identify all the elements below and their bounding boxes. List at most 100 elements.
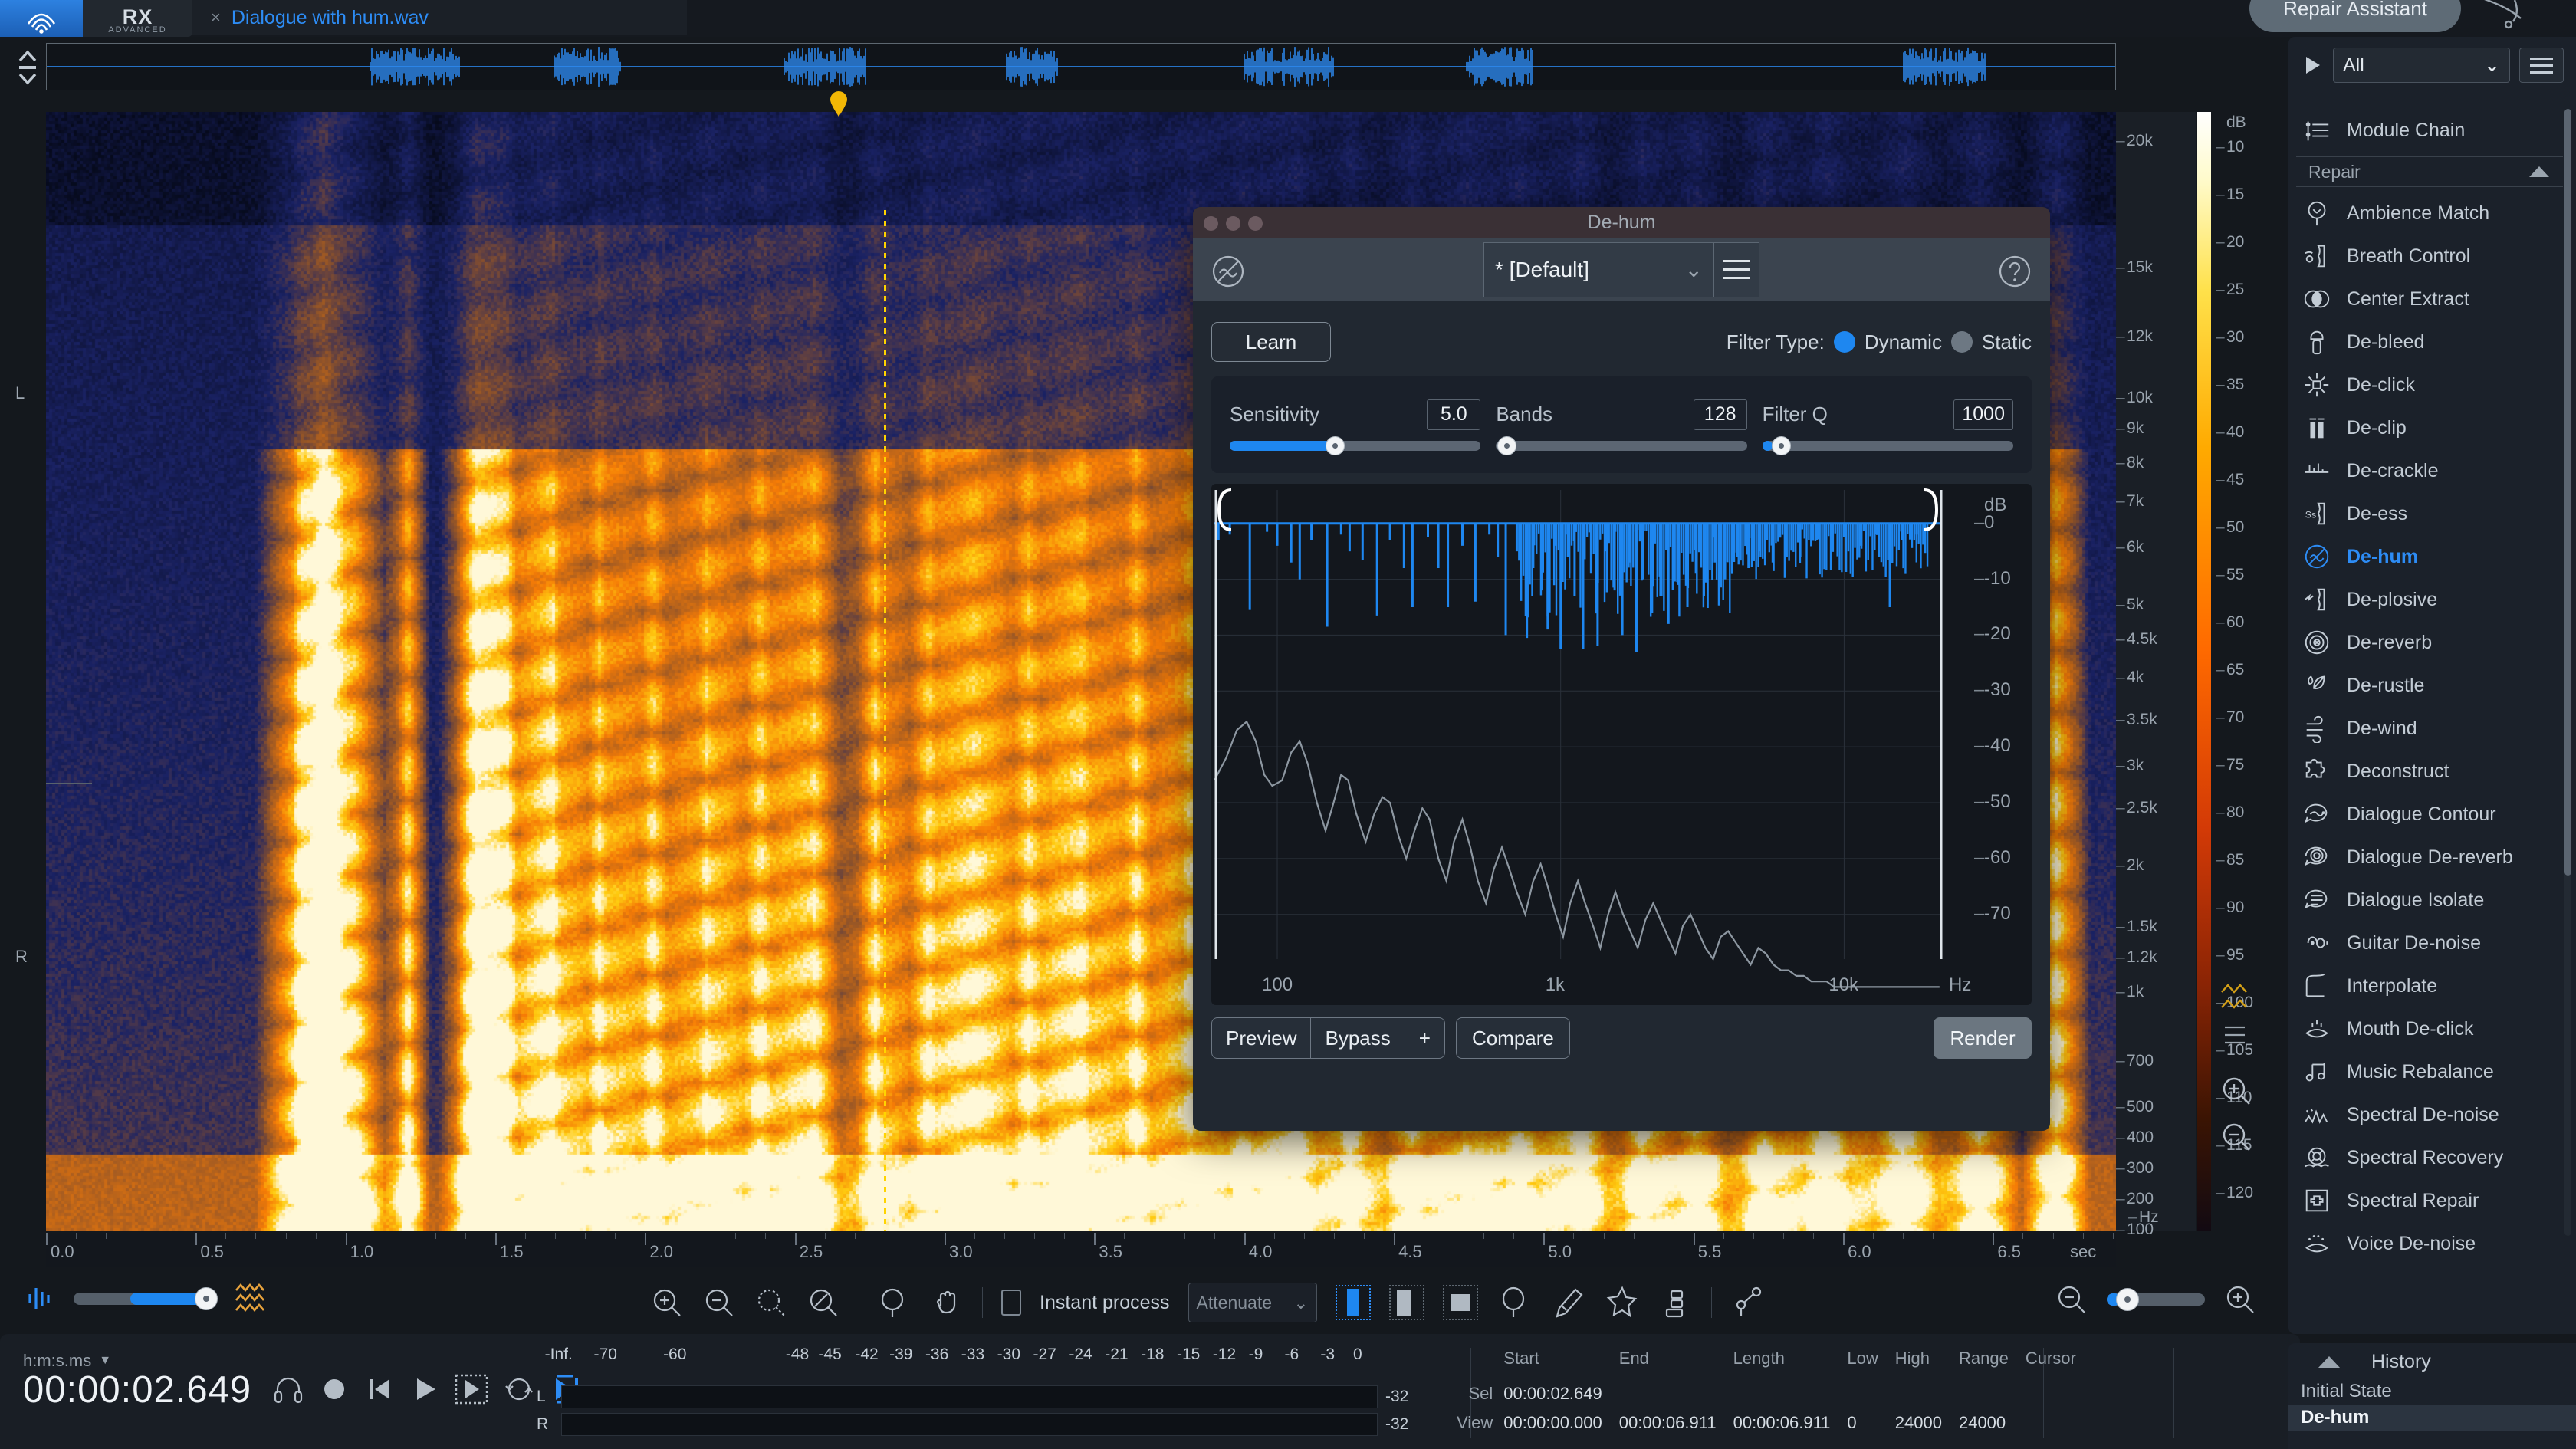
rectangle-selection-tool[interactable] <box>1442 1285 1478 1320</box>
spectrogram-zoom-controls[interactable] <box>2216 981 2277 1234</box>
filter-response-graph[interactable]: dB0-10-20-30-40-50-60-70 1001k10kHz <box>1211 484 2032 1005</box>
instant-process-checkbox[interactable] <box>1001 1290 1021 1316</box>
sidebar-item-interpolate[interactable]: Interpolate <box>2288 964 2571 1007</box>
loop-icon[interactable] <box>503 1373 535 1405</box>
sidebar-item-spectral-de-noise[interactable]: Spectral De-noise <box>2288 1093 2571 1136</box>
history-item-dehum[interactable]: De-hum <box>2288 1405 2576 1431</box>
window-buttons[interactable] <box>1204 216 1263 231</box>
brush-selection-tool[interactable] <box>1550 1285 1585 1320</box>
sidebar-item-wow-flutter[interactable]: Wow & Flutter <box>2288 1265 2571 1274</box>
sidebar-scrollbar[interactable] <box>2564 109 2571 1236</box>
lasso-selection-tool[interactable] <box>1497 1285 1532 1320</box>
overview-vertical-zoom[interactable] <box>11 44 44 90</box>
sidebar-item-breath-control[interactable]: Breath Control <box>2288 235 2571 278</box>
zoom-out-icon[interactable] <box>702 1286 736 1319</box>
magic-wand-tool[interactable] <box>1604 1285 1639 1320</box>
spectrogram-icon[interactable] <box>232 1281 268 1316</box>
record-icon[interactable] <box>319 1374 350 1405</box>
sidebar-item-de-crackle[interactable]: De-crackle <box>2288 449 2571 492</box>
sidebar-item-dialogue-isolate[interactable]: Dialogue Isolate <box>2288 879 2571 922</box>
headphones-icon[interactable] <box>272 1373 304 1405</box>
learn-button[interactable]: Learn <box>1211 322 1331 362</box>
time-ruler[interactable]: 0.0 0.5 1.0 1.5 2.0 2.5 3.0 3.5 4.0 4.5 5.0 5.5 6.0 6… <box>46 1233 2116 1267</box>
horizontal-zoom-out-icon[interactable] <box>2055 1283 2088 1316</box>
dialog-titlebar[interactable]: De-hum <box>1193 207 2050 238</box>
sidebar-item-dialogue-contour[interactable]: Dialogue Contour <box>2288 793 2571 836</box>
zoom-in-icon[interactable] <box>650 1286 684 1319</box>
sidebar-item-de-bleed[interactable]: De-bleed <box>2288 320 2571 363</box>
magnifier-icon[interactable] <box>878 1286 912 1319</box>
sidebar-item-spectral-recovery[interactable]: Spectral Recovery <box>2288 1136 2571 1179</box>
preset-select[interactable]: * [Default] ⌄ <box>1484 242 1714 297</box>
horizontal-zoom-slider[interactable] <box>2107 1288 2205 1311</box>
sidebar-item-deconstruct[interactable]: Deconstruct <box>2288 750 2571 793</box>
filter-type-dynamic-label[interactable]: Dynamic <box>1865 330 1942 354</box>
sidebar-item-de-rustle[interactable]: De-rustle <box>2288 664 2571 707</box>
blend-slider-knob[interactable] <box>195 1287 218 1310</box>
sidebar-item-de-click[interactable]: De-click <box>2288 363 2571 406</box>
bands-value[interactable]: 128 <box>1693 399 1747 430</box>
overview-waveform[interactable] <box>46 43 2116 90</box>
zoom-reset-icon[interactable] <box>807 1286 840 1319</box>
sidebar-item-module-chain[interactable]: Module Chain <box>2288 109 2571 152</box>
compare-button[interactable]: Compare <box>1455 1017 1570 1059</box>
pen-tool-icon[interactable] <box>1730 1285 1766 1320</box>
sidebar-item-spectral-repair[interactable]: Spectral Repair <box>2288 1179 2571 1222</box>
sidebar-item-voice-de-noise[interactable]: Voice De-noise <box>2288 1222 2571 1265</box>
playhead-marker-icon[interactable] <box>829 90 849 117</box>
play-selection-icon[interactable] <box>455 1372 488 1406</box>
sidebar-item-dialogue-de-reverb[interactable]: Dialogue De-reverb <box>2288 836 2571 879</box>
bypass-button[interactable]: Bypass <box>1311 1017 1405 1059</box>
filter-type-dynamic-radio[interactable] <box>1833 331 1855 353</box>
sidebar-item-de-plosive[interactable]: De-plosive <box>2288 578 2571 621</box>
history-item-initial[interactable]: Initial State <box>2288 1378 2576 1405</box>
sidebar-item-mouth-de-click[interactable]: Mouth De-click <box>2288 1007 2571 1050</box>
sidebar-item-de-wind[interactable]: De-wind <box>2288 707 2571 750</box>
transport-controls[interactable] <box>272 1372 582 1406</box>
zoom-to-selection-icon[interactable] <box>754 1286 788 1319</box>
bands-knob[interactable] <box>1497 435 1517 455</box>
blend-slider[interactable] <box>74 1287 218 1310</box>
render-button[interactable]: Render <box>1934 1017 2032 1059</box>
sensitivity-knob[interactable] <box>1326 435 1346 455</box>
time-selection-tool[interactable] <box>1335 1285 1371 1320</box>
play-module-icon[interactable] <box>2301 54 2324 77</box>
frequency-selection-tool[interactable] <box>1388 1285 1424 1320</box>
module-filter-select[interactable]: All ⌄ <box>2333 48 2510 83</box>
preset-control[interactable]: * [Default] ⌄ <box>1484 242 1760 297</box>
sidebar-item-de-reverb[interactable]: De-reverb <box>2288 621 2571 664</box>
sidebar-item-music-rebalance[interactable]: Music Rebalance <box>2288 1050 2571 1093</box>
waveform-spectrogram-blend[interactable] <box>23 1281 268 1316</box>
filter-q-knob[interactable] <box>1771 435 1791 455</box>
timecode-display[interactable]: 00:00:02.649 <box>23 1368 251 1411</box>
module-list[interactable]: Module Chain Repair Ambience Match Breath C… <box>2288 109 2571 1274</box>
repair-assistant-button[interactable]: Repair Assistant <box>2249 0 2461 32</box>
sidebar-group-repair[interactable]: Repair <box>2296 156 2563 187</box>
sensitivity-value[interactable]: 5.0 <box>1427 399 1481 430</box>
help-icon[interactable] <box>1996 253 2033 290</box>
waveform-icon[interactable] <box>23 1282 58 1316</box>
sidebar-item-guitar-de-noise[interactable]: Guitar De-noise <box>2288 922 2571 964</box>
sidebar-item-center-extract[interactable]: Center Extract <box>2288 278 2571 320</box>
sidebar-item-de-ess[interactable]: Ss De-ess <box>2288 492 2571 535</box>
filter-q-value[interactable]: 1000 <box>1953 399 2013 430</box>
sidebar-item-de-hum[interactable]: De-hum <box>2288 535 2571 578</box>
frequency-ruler[interactable]: 20k 15k 12k 10k 9k 8k 7k 6k 5k 4.5k 4k 3.5k 3k 2.5k 2k… <box>2116 112 2196 1239</box>
document-tab[interactable]: × Dialogue with hum.wav <box>192 0 687 35</box>
band-selection-tool[interactable] <box>1658 1285 1693 1320</box>
collapse-triangle-icon[interactable] <box>2318 1355 2341 1368</box>
process-mode-select[interactable]: Attenuate ⌄ <box>1188 1283 1317 1322</box>
add-preview-button[interactable]: + <box>1405 1017 1445 1059</box>
preview-button[interactable]: Preview <box>1211 1017 1312 1059</box>
history-header[interactable]: History <box>2299 1343 2565 1378</box>
play-icon[interactable] <box>409 1374 440 1405</box>
filter-type-static-label[interactable]: Static <box>1982 330 2032 354</box>
filter-q-slider[interactable] <box>1762 435 2013 455</box>
sidebar-item-ambience-match[interactable]: Ambience Match <box>2288 192 2571 235</box>
horizontal-zoom-in-icon[interactable] <box>2223 1283 2257 1316</box>
close-icon[interactable]: × <box>211 9 221 26</box>
hand-icon[interactable] <box>930 1286 964 1319</box>
sensitivity-slider[interactable] <box>1230 435 1481 455</box>
skip-back-icon[interactable] <box>364 1374 395 1405</box>
preset-menu-button[interactable] <box>1714 242 1760 297</box>
